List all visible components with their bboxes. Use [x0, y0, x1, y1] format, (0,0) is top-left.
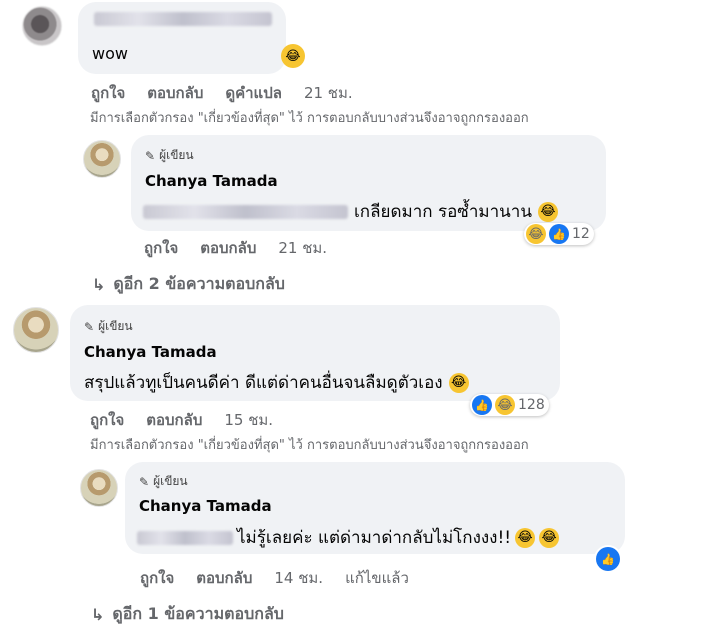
filter-note: มีการเลือกตัวกรอง "เกี่ยวข้องที่สุด" ไว้… [90, 111, 529, 126]
reaction-summary[interactable]: 👍 😂 128 [470, 394, 549, 416]
avatar[interactable] [80, 469, 118, 507]
reaction-count: 128 [518, 397, 545, 413]
author-name[interactable]: Chanya Tamada [145, 172, 278, 190]
timestamp[interactable]: 21 ชม. [278, 236, 327, 260]
pencil-icon: ✎ [84, 319, 95, 334]
reply-text-row: ไม่รู้เลยค่ะ แต่ด่ามาด่ากลับไม่โกงงง!! 😂… [137, 524, 560, 551]
like-link[interactable]: ถูกใจ [144, 236, 178, 260]
avatar[interactable] [83, 140, 121, 178]
comment-actions: ถูกใจ ตอบกลับ 15 ชม. [90, 408, 273, 432]
reply-link[interactable]: ตอบกลับ [146, 408, 202, 432]
laugh-emoji-icon: 😂 [281, 44, 305, 68]
author-badge-label: ผู้เขียน [153, 474, 188, 488]
reply-arrow-icon: ↳ [92, 275, 106, 294]
edited-label: แก้ไขแล้ว [345, 569, 409, 587]
author-badge: ✎ ผู้เขียน [145, 146, 194, 165]
reply-text: เกลียดมาก รอซ้ำมานาน [354, 202, 532, 222]
reply-actions: ถูกใจ ตอบกลับ 21 ชม. [144, 236, 327, 260]
reply-text: ไม่รู้เลยค่ะ แต่ด่ามาด่ากลับไม่โกงงง!! [237, 528, 512, 548]
comment-text: สรุปแล้วทูเป็นคนดีค่า ดีแต่ด่าคนอื่นจนลื… [84, 373, 443, 393]
blurred-mention [143, 204, 348, 219]
reaction-count: 12 [572, 226, 590, 242]
timestamp[interactable]: 15 ชม. [224, 408, 273, 432]
laugh-reaction-icon: 😂 [495, 395, 515, 415]
timestamp[interactable]: 21 ชม. [304, 81, 353, 105]
reply-arrow-icon: ↳ [91, 605, 105, 624]
like-link[interactable]: ถูกใจ [91, 81, 125, 105]
laugh-emoji-icon: 😂 [448, 372, 469, 393]
author-badge: ✎ ผู้เขียน [139, 472, 188, 491]
view-more-replies[interactable]: ↳ ดูอีก 2 ข้อความตอบกลับ [92, 272, 285, 297]
comment-text: wow [92, 44, 128, 63]
reply-bubble: ✎ ผู้เขียน Chanya Tamada ไม่รู้เลยค่ะ แต… [125, 462, 625, 554]
timestamp[interactable]: 14 ชม. [274, 566, 323, 590]
pencil-icon: ✎ [139, 474, 150, 489]
author-badge-label: ผู้เขียน [98, 319, 133, 333]
reply-link[interactable]: ตอบกลับ [196, 566, 252, 590]
translate-link[interactable]: ดูคำแปล [225, 81, 282, 105]
reply-bubble: ✎ ผู้เขียน Chanya Tamada เกลียดมาก รอซ้ำ… [131, 135, 606, 231]
blurred-mention [137, 530, 233, 545]
view-more-replies[interactable]: ↳ ดูอีก 1 ข้อความตอบกลับ [91, 602, 284, 627]
avatar[interactable] [13, 307, 59, 353]
filter-note: มีการเลือกตัวกรอง "เกี่ยวข้องที่สุด" ไว้… [90, 438, 529, 453]
view-more-replies-label: ดูอีก 1 ข้อความตอบกลับ [112, 604, 284, 623]
like-link[interactable]: ถูกใจ [140, 566, 174, 590]
pencil-icon: ✎ [145, 148, 156, 163]
laugh-reaction-icon: 😂 [526, 224, 546, 244]
reaction-summary[interactable]: 😂 👍 12 [524, 223, 594, 245]
comment-actions: ถูกใจ ตอบกลับ ดูคำแปล 21 ชม. [91, 81, 353, 105]
like-reaction-icon: 👍 [549, 224, 569, 244]
reply-text-row: เกลียดมาก รอซ้ำมานาน 😂 [143, 198, 558, 225]
reply-link[interactable]: ตอบกลับ [147, 81, 203, 105]
laugh-emoji-icon: 😂 [515, 527, 536, 548]
author-name[interactable]: Chanya Tamada [84, 343, 217, 361]
author-badge: ✎ ผู้เขียน [84, 317, 133, 336]
comment-text-row: สรุปแล้วทูเป็นคนดีค่า ดีแต่ด่าคนอื่นจนลื… [84, 369, 469, 396]
avatar[interactable] [22, 6, 62, 46]
like-reaction-icon[interactable]: 👍 [596, 547, 620, 571]
view-more-replies-label: ดูอีก 2 ข้อความตอบกลับ [113, 274, 285, 293]
laugh-emoji-icon: 😂 [539, 527, 560, 548]
like-reaction-icon: 👍 [472, 395, 492, 415]
author-name[interactable]: Chanya Tamada [139, 497, 272, 515]
comment-bubble: wow [78, 2, 286, 74]
author-badge-label: ผู้เขียน [159, 148, 194, 162]
comment-bubble: ✎ ผู้เขียน Chanya Tamada สรุปแล้วทูเป็นค… [70, 305, 560, 401]
like-link[interactable]: ถูกใจ [90, 408, 124, 432]
laugh-emoji-icon: 😂 [537, 201, 558, 222]
reply-link[interactable]: ตอบกลับ [200, 236, 256, 260]
blurred-username [94, 12, 272, 26]
reply-actions: ถูกใจ ตอบกลับ 14 ชม. แก้ไขแล้ว [140, 566, 409, 590]
